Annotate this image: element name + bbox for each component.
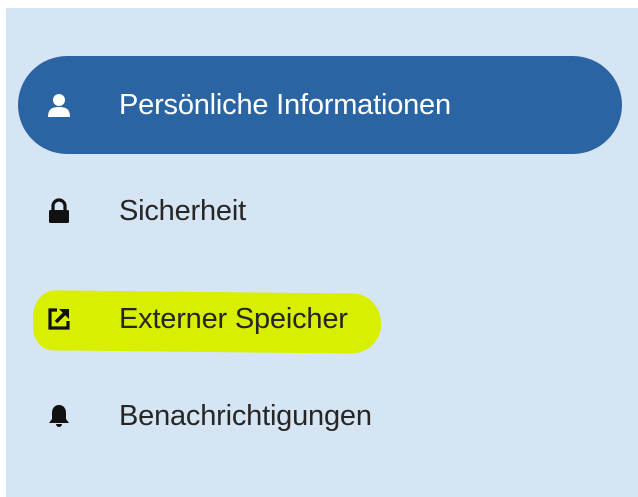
sidebar-item-security[interactable]: Sicherheit bbox=[18, 162, 622, 260]
bell-icon bbox=[46, 403, 72, 429]
sidebar-item-label: Benachrichtigungen bbox=[119, 399, 372, 432]
sidebar-item-label: Externer Speicher bbox=[119, 302, 348, 335]
external-link-icon bbox=[46, 306, 72, 332]
user-icon bbox=[46, 92, 72, 118]
sidebar-item-external-storage[interactable]: Externer Speicher bbox=[18, 270, 622, 368]
sidebar-item-personal-info[interactable]: Persönliche Informationen bbox=[18, 56, 622, 154]
sidebar-item-label: Sicherheit bbox=[119, 194, 246, 227]
lock-icon bbox=[46, 198, 72, 224]
sidebar-item-notifications[interactable]: Benachrichtigungen bbox=[18, 367, 622, 465]
sidebar-item-label: Persönliche Informationen bbox=[119, 88, 451, 121]
